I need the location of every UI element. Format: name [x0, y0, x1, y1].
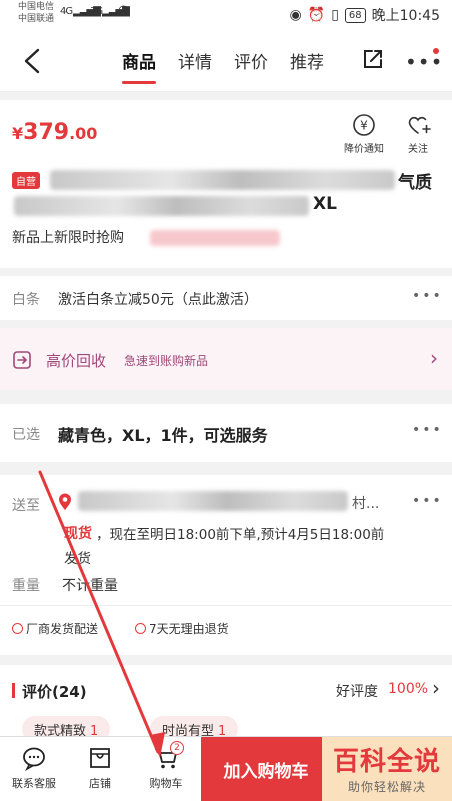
shop-button[interactable]: 店铺 [70, 745, 130, 791]
watermark-title: 百科全说 [332, 747, 441, 777]
location-pin-icon [59, 493, 71, 510]
good-rating-label: 好评度 [336, 684, 378, 700]
cart-label: 购物车 [149, 777, 183, 790]
more-dots-icon[interactable]: ••• [412, 493, 443, 509]
wifi-icon: ◠ [118, 3, 129, 18]
chat-icon [23, 747, 45, 771]
clock: 晚上10:45 [371, 8, 440, 24]
self-operated-badge: 自营 [12, 172, 40, 189]
check-circle-icon [135, 623, 146, 634]
bottom-action-bar: 联系客服 店铺 2 购物车 加入购物车 百科全说 助你轻松解决 [0, 736, 452, 801]
baitiao-row[interactable]: 白条 激活白条立减50元（点此激活） ••• [0, 276, 452, 320]
price-decimal: .00 [69, 124, 98, 143]
carrier-names: 中国电信 中国联通 [18, 1, 54, 25]
shop-label: 店铺 [89, 777, 111, 790]
share-icon[interactable] [360, 46, 386, 72]
customer-service-label: 联系客服 [12, 777, 56, 790]
price-alert-icon: ¥ [353, 114, 375, 136]
promo-text: 新品上新限时抢购 [12, 230, 124, 246]
product-price: ¥379.00 [12, 120, 97, 145]
baitiao-label: 白条 [12, 292, 40, 308]
customer-service-button[interactable]: 联系客服 [4, 745, 64, 791]
selected-spec-text: 藏青色，XL，1件，可选服务 [58, 426, 268, 445]
eye-icon: ◉ [289, 7, 302, 23]
tab-details[interactable]: 详情 [178, 48, 212, 78]
weight-label: 重量 [12, 578, 40, 594]
carrier-1: 中国电信 [18, 2, 55, 12]
selected-spec-row[interactable]: 已选 藏青色，XL，1件，可选服务 ••• [0, 404, 452, 462]
svg-text:¥: ¥ [360, 119, 368, 133]
trade-in-title: 高价回收 [46, 352, 107, 370]
product-nav-bar: 商品 详情 评价 推荐 ••• [0, 30, 452, 92]
service-label-2: 7天无理由退货 [149, 622, 229, 636]
back-icon[interactable] [18, 44, 48, 78]
notification-dot [433, 48, 439, 54]
reviews-title: 评价(24) [22, 683, 87, 701]
price-integer: 379 [23, 120, 70, 145]
watermark-logo: 百科全说 助你轻松解决 [322, 737, 452, 801]
section-marker [12, 683, 15, 698]
price-alert-label: 降价通知 [344, 144, 384, 155]
tab-reviews[interactable]: 评价 [234, 48, 268, 78]
battery-icon: 68 [344, 7, 366, 23]
price-card: ¥379.00 ¥ 降价通知 关注 自营 气质 XL 新品上新限时抢购 [0, 100, 452, 268]
status-bar: 中国电信 中国联通 4G ▂▃▅▇ 3G ▂▃▅▇ ◠ ◉ ⏰ ▯ 68 晚上1… [0, 0, 452, 30]
network-type-2: 3G [90, 6, 103, 17]
service-item-2: 7天无理由退货 [135, 620, 229, 637]
ship-to-label: 送至 [12, 498, 40, 514]
shop-icon [90, 748, 110, 768]
follow-button[interactable]: 关注 [405, 112, 431, 155]
title-end-2: XL [313, 194, 337, 214]
network-type-1: 4G [60, 6, 73, 17]
blurred-promo-text [150, 230, 280, 246]
selected-label: 已选 [12, 427, 40, 443]
chevron-right-icon: › [430, 346, 438, 370]
cart-count-badge: 2 [170, 741, 184, 755]
blurred-product-title-line-2 [14, 196, 309, 216]
weight-value: 不计重量 [62, 578, 118, 594]
more-icon[interactable]: ••• [405, 50, 443, 74]
recycle-icon [13, 351, 31, 369]
blurred-address [78, 491, 348, 511]
tab-product[interactable]: 商品 [122, 48, 156, 84]
chevron-right-icon: › [432, 676, 440, 700]
in-stock-label: 现货 [64, 526, 92, 542]
price-alert-button[interactable]: ¥ 降价通知 [344, 112, 384, 155]
product-tabs: 商品 详情 评价 推荐 [122, 48, 324, 84]
service-item-1: 厂商发货配送 [12, 620, 98, 637]
good-rating-value: 100% [388, 681, 429, 697]
carrier-2: 中国联通 [18, 14, 55, 24]
title-end-1: 气质 [398, 173, 432, 193]
delivery-estimate: ，现在至明日18:00前下单,预计4月5日18:00前 [96, 527, 385, 543]
currency-symbol: ¥ [12, 124, 24, 143]
tab-recommend[interactable]: 推荐 [290, 48, 324, 78]
address-end: 村... [352, 496, 380, 512]
check-circle-icon [12, 623, 23, 634]
more-dots-icon: ••• [412, 422, 443, 438]
divider [0, 605, 452, 606]
more-dots-icon: ••• [412, 288, 443, 304]
vibrate-icon: ▯ [331, 7, 339, 23]
baitiao-text: 激活白条立减50元（点此激活） [58, 292, 258, 308]
heart-plus-icon [408, 116, 431, 134]
follow-label: 关注 [408, 144, 428, 155]
blurred-product-title-line-1 [50, 170, 395, 190]
trade-in-subtitle: 急速到账购新品 [124, 354, 209, 368]
service-label-1: 厂商发货配送 [26, 622, 99, 636]
add-to-cart-button[interactable]: 加入购物车 [201, 737, 331, 801]
delivery-card: 送至 村... ••• 现货 ，现在至明日18:00前下单,预计4月5日18:0… [0, 475, 452, 655]
cart-button[interactable]: 2 购物车 [136, 741, 196, 791]
trade-in-row[interactable]: 高价回收 急速到账购新品 › [0, 328, 452, 390]
delivery-estimate-2: 发货 [64, 551, 91, 567]
watermark-subtitle: 助你轻松解决 [347, 780, 426, 794]
alarm-icon: ⏰ [307, 7, 326, 23]
